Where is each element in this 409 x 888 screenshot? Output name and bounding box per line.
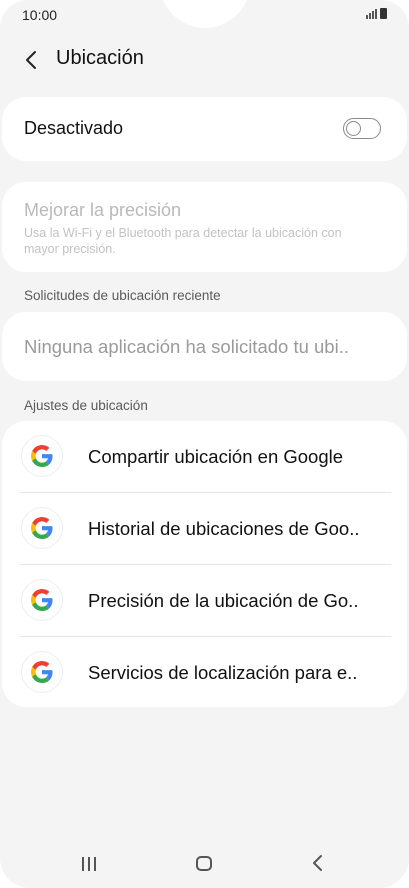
location-settings-card: Compartir ubicación en Google Historial …	[2, 421, 407, 707]
row-label: Servicios de localización para e..	[88, 662, 358, 683]
phone-screen: 10:00 Ubicación Desactivado Mejorar la p…	[0, 0, 409, 888]
settings-row-location-history[interactable]: Historial de ubicaciones de Goo..	[2, 493, 407, 564]
recents-icon[interactable]	[82, 857, 98, 871]
recent-requests-header: Solicitudes de ubicación reciente	[24, 288, 221, 303]
page-title: Ubicación	[56, 47, 144, 69]
back-icon[interactable]	[311, 854, 325, 872]
signal-bars-icon	[366, 8, 377, 19]
no-recent-requests-text: Ninguna aplicación ha solicitado tu ubi.…	[24, 336, 349, 357]
location-switch[interactable]	[343, 118, 381, 139]
switch-knob	[346, 120, 361, 136]
row-label: Historial de ubicaciones de Goo..	[88, 518, 360, 539]
toggle-label: Desactivado	[24, 118, 124, 138]
improve-accuracy-card: Mejorar la precisión Usa la Wi-Fi y el B…	[2, 182, 407, 272]
location-settings-header: Ajustes de ubicación	[24, 398, 148, 413]
status-time: 10:00	[22, 7, 58, 23]
home-icon[interactable]	[196, 856, 212, 871]
status-icons	[366, 8, 387, 19]
row-label: Precisión de la ubicación de Go..	[88, 590, 359, 611]
location-toggle-card[interactable]: Desactivado	[2, 97, 407, 161]
chevron-left-icon[interactable]	[20, 48, 44, 72]
settings-row-emergency-location[interactable]: Servicios de localización para e..	[2, 637, 407, 708]
settings-row-location-accuracy[interactable]: Precisión de la ubicación de Go..	[2, 565, 407, 636]
battery-icon	[380, 8, 387, 19]
improve-accuracy-title: Mejorar la precisión	[24, 200, 182, 220]
navigation-bar	[0, 840, 409, 888]
app-header: Ubicación	[0, 40, 409, 80]
row-label: Compartir ubicación en Google	[88, 446, 344, 467]
google-icon	[22, 580, 62, 620]
settings-row-share-location[interactable]: Compartir ubicación en Google	[2, 421, 407, 492]
google-icon	[22, 508, 62, 548]
google-icon	[22, 436, 62, 476]
recent-requests-card: Ninguna aplicación ha solicitado tu ubi.…	[2, 312, 407, 381]
improve-accuracy-description: Usa la Wi-Fi y el Bluetooth para detecta…	[24, 226, 342, 256]
status-bar: 10:00	[0, 0, 409, 32]
google-icon	[22, 652, 62, 692]
